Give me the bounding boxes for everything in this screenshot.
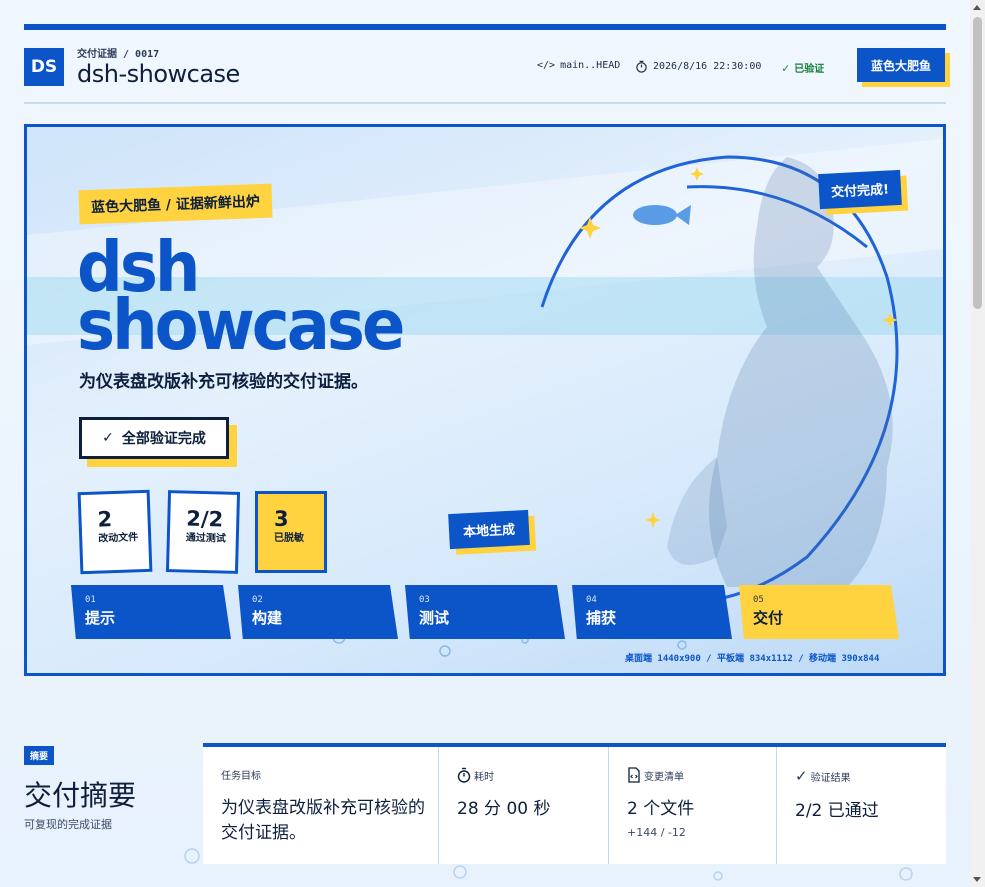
summary-cell-heading: 耗时	[474, 771, 494, 783]
stat-value: 2/2	[186, 506, 224, 532]
datetime-info: 2026/8/16 22:30:00	[635, 60, 761, 73]
summary-title: 交付摘要	[24, 779, 137, 812]
bubble-decor	[184, 848, 913, 881]
verification-status-box: ✓ 全部验证完成	[79, 417, 229, 459]
girl-illustration	[667, 457, 727, 565]
step-prompt[interactable]: 01 提示	[71, 585, 231, 639]
hero-banner: 蓝色大肥鱼 / 证据新鲜出炉 dsh showcase 为仪表盘改版补充可核验的…	[24, 124, 946, 676]
stat-value: 2	[97, 507, 113, 532]
stopwatch-icon	[457, 767, 471, 783]
step-deliver[interactable]: 05 交付	[739, 585, 899, 639]
verified-status: ✓ 已验证	[782, 60, 825, 76]
hero-subtitle: 为仪表盘改版补充可核验的交付证据。	[79, 372, 368, 392]
header: DS 交付证据 / 0017 dsh-showcase </> main..HE…	[24, 40, 946, 104]
step-number: 01	[85, 595, 96, 605]
step-label: 构建	[252, 609, 283, 627]
hero-title: dsh showcase	[77, 234, 405, 367]
step-number: 03	[419, 595, 430, 605]
summary-cell-heading: 变更清单	[644, 771, 684, 783]
stat-label: 通过测试	[185, 532, 226, 545]
branch-label: main..HEAD	[560, 60, 621, 71]
step-label: 交付	[753, 609, 784, 627]
stat-tests-passed: 2/2 通过测试	[165, 490, 241, 574]
scroll-up-arrow-icon[interactable]	[973, 5, 981, 10]
verification-status-label: 全部验证完成	[121, 431, 206, 447]
datetime-label: 2026/8/16 22:30:00	[653, 61, 762, 72]
step-label: 测试	[419, 609, 450, 627]
check-icon: ✓	[795, 767, 808, 785]
summary-cell-sub: +144 / -12	[627, 826, 686, 839]
check-icon: ✓	[102, 430, 114, 446]
delivery-done-badge: 交付完成!	[818, 169, 902, 210]
local-generated-badge: 本地生成	[448, 509, 530, 550]
breadcrumb: 交付证据 / 0017	[77, 49, 160, 60]
check-icon: ✓	[782, 60, 790, 75]
scrollbar-thumb[interactable]	[973, 17, 982, 309]
summary-cell-value: 2 个文件	[627, 799, 695, 819]
viewport-sizes: 桌面端 1440x900 / 平板端 834x1112 / 移动端 390x84…	[625, 654, 880, 664]
step-test[interactable]: 03 测试	[405, 585, 565, 639]
summary-cell-header: ✓ 验证结果	[795, 767, 946, 785]
code-icon: </>	[537, 60, 556, 71]
summary-cell-header: 变更清单	[627, 767, 776, 783]
step-build[interactable]: 02 构建	[238, 585, 398, 639]
summary-cell-value: 28 分 00 秒	[457, 799, 551, 819]
page: DS 交付证据 / 0017 dsh-showcase </> main..HE…	[0, 0, 970, 887]
summary-subtitle: 可复现的完成证据	[24, 818, 112, 831]
vertical-scrollbar[interactable]	[970, 0, 985, 887]
hero-tag: 蓝色大肥鱼 / 证据新鲜出炉	[78, 183, 273, 225]
verified-label: 已验证	[794, 64, 825, 75]
summary-cell-heading: 验证结果	[810, 772, 851, 784]
girl-illustration	[709, 157, 893, 587]
branch-info: </> main..HEAD	[537, 60, 620, 71]
stopwatch-icon	[636, 60, 647, 73]
stat-redacted: 3 已脱敏	[255, 491, 327, 573]
step-label: 提示	[85, 609, 116, 627]
logo: DS	[24, 48, 64, 86]
summary-cell-heading: 任务目标	[221, 771, 261, 782]
hero-title-line: showcase	[77, 286, 405, 367]
summary-label: 摘要	[24, 746, 55, 765]
stat-value: 3	[274, 507, 289, 531]
step-number: 02	[252, 595, 263, 605]
step-number: 05	[753, 595, 764, 605]
step-number: 04	[586, 595, 597, 605]
fish-icon	[633, 205, 691, 225]
stat-label: 改动文件	[98, 532, 139, 545]
stat-changed-files: 2 改动文件	[77, 489, 153, 575]
file-code-icon	[628, 767, 640, 783]
scroll-down-arrow-icon[interactable]	[973, 877, 981, 882]
step-label: 捕获	[586, 609, 617, 627]
brand-button[interactable]: 蓝色大肥鱼	[857, 48, 945, 82]
summary-cell-header: 耗时	[457, 767, 608, 783]
step-capture[interactable]: 04 捕获	[572, 585, 732, 639]
top-accent-bar	[24, 24, 946, 30]
stat-label: 已脱敏	[274, 533, 304, 544]
page-title: dsh-showcase	[77, 60, 240, 88]
summary-cell-value: 2/2 已通过	[795, 801, 879, 821]
summary-cell-value: 为仪表盘改版补充可核验的交付证据。	[221, 798, 425, 843]
